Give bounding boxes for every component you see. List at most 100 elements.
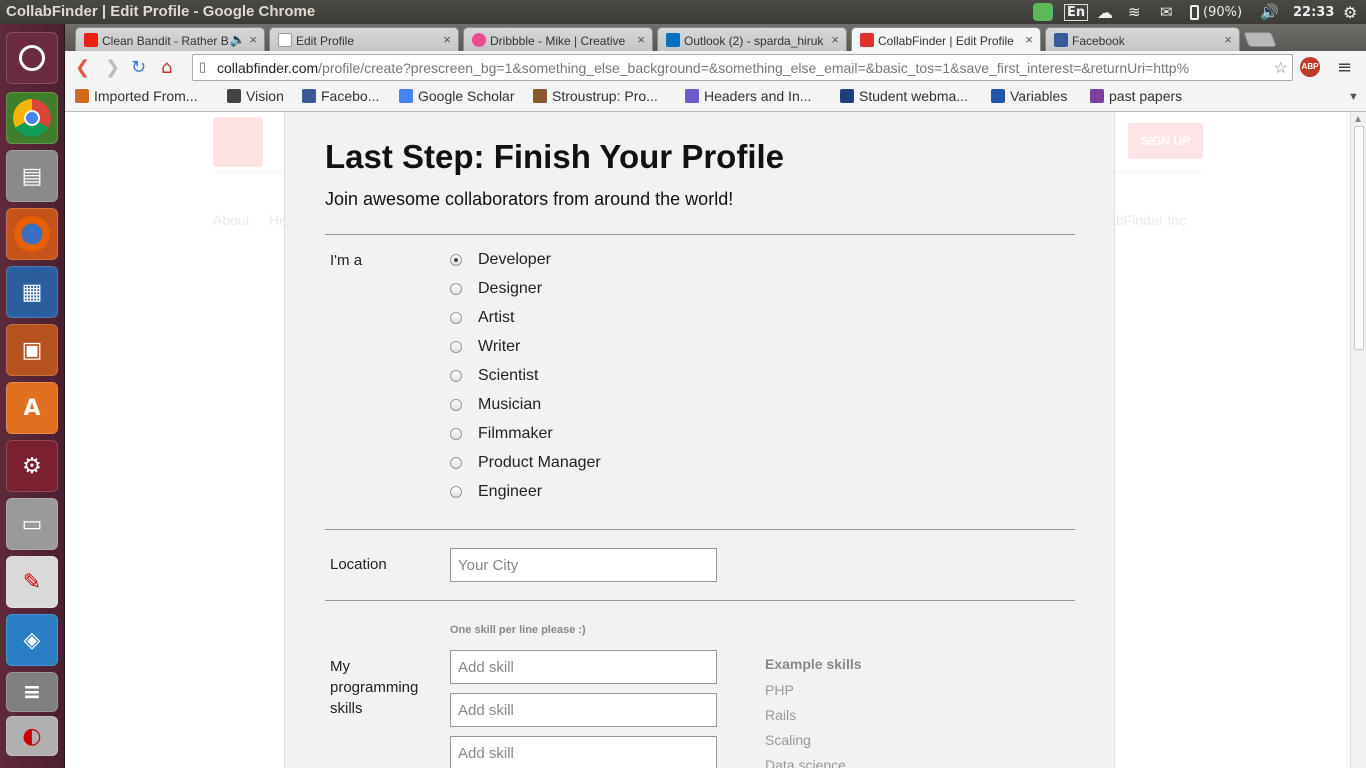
clock[interactable]: 22:33	[1293, 2, 1334, 22]
bookmark-student-webmail[interactable]: Student webma...	[840, 88, 968, 104]
forward-arrow-icon[interactable]: ❯	[105, 57, 120, 78]
scrollbar-thumb[interactable]	[1354, 126, 1364, 350]
folder-icon	[75, 89, 89, 103]
tab-label: Outlook (2) - sparda_hiruk	[684, 34, 824, 48]
menu-icon[interactable]: ≡	[1337, 57, 1352, 78]
skill-input-3[interactable]: Add skill	[450, 736, 717, 768]
disk-icon[interactable]: ▭	[6, 498, 58, 550]
page-title: Last Step: Finish Your Profile	[325, 138, 785, 175]
tab-edit-profile[interactable]: Edit Profile ×	[269, 27, 459, 51]
radio-button[interactable]	[450, 428, 462, 440]
close-icon[interactable]: 🔈 ×	[230, 32, 257, 48]
role-option-developer[interactable]: Developer	[450, 249, 551, 271]
battery-indicator[interactable]: (90%)	[1190, 2, 1242, 22]
bookmark-variables[interactable]: Variables	[991, 88, 1067, 104]
example-skill: PHP	[765, 682, 794, 698]
role-option-musician[interactable]: Musician	[450, 394, 541, 416]
bookmark-headers[interactable]: Headers and In...	[685, 88, 811, 104]
address-bar[interactable]: ▯ collabfinder.com/profile/create?prescr…	[192, 54, 1293, 81]
bookmark-google-scholar[interactable]: Google Scholar	[399, 88, 515, 104]
skill-input-2[interactable]: Add skill	[450, 693, 717, 727]
close-icon[interactable]: ×	[831, 32, 839, 47]
reload-icon[interactable]: ↻	[131, 57, 146, 78]
radio-button[interactable]	[450, 457, 462, 469]
volume-icon[interactable]: 🔊	[1260, 2, 1279, 22]
tab-facebook[interactable]: Facebook ×	[1045, 27, 1240, 51]
radio-button[interactable]	[450, 254, 462, 266]
about-link[interactable]: About	[213, 212, 250, 228]
location-label: Location	[330, 556, 387, 573]
bookmark-stroustrup[interactable]: Stroustrup: Pro...	[533, 88, 658, 104]
role-label-text: Scientist	[478, 367, 539, 384]
skill-input-1[interactable]: Add skill	[450, 650, 717, 684]
scroll-up-icon[interactable]: ▲	[1355, 114, 1361, 123]
close-icon[interactable]: ×	[1025, 32, 1033, 47]
bookmark-past-papers[interactable]: past papers	[1090, 88, 1182, 104]
adblock-icon[interactable]: ABP	[1300, 57, 1320, 77]
stack-icon[interactable]: ≡	[6, 672, 58, 712]
libreoffice-writer-icon[interactable]: ▦	[6, 266, 58, 318]
radio-button[interactable]	[450, 399, 462, 411]
power-gear-icon[interactable]: ⚙	[1343, 2, 1357, 22]
radio-button[interactable]	[450, 312, 462, 324]
page-scrollbar[interactable]: ▲	[1350, 112, 1366, 768]
tab-strip: Clean Bandit - Rather B 🔈 × Edit Profile ×…	[65, 24, 1366, 52]
bookmark-star-icon[interactable]: ☆	[1273, 58, 1288, 78]
location-input[interactable]: Your City	[450, 548, 717, 582]
file-cabinet-icon[interactable]: ▤	[6, 150, 58, 202]
example-skills-title: Example skills	[765, 656, 862, 672]
cs-icon	[991, 89, 1005, 103]
bookmark-vision[interactable]: Vision	[227, 88, 284, 104]
role-label-text: Writer	[478, 338, 521, 355]
chevron-down-icon[interactable]: ▼	[1348, 91, 1359, 103]
virtualbox-icon[interactable]: ◈	[6, 614, 58, 666]
firefox-icon[interactable]	[6, 208, 58, 260]
tab-collabfinder[interactable]: CollabFinder | Edit Profile ×	[851, 27, 1041, 52]
software-center-icon[interactable]: A	[6, 382, 58, 434]
radio-button[interactable]	[450, 486, 462, 498]
close-icon[interactable]: ×	[1224, 32, 1232, 47]
dribbble-icon	[472, 33, 486, 47]
bookmark-facebook[interactable]: Facebo...	[302, 88, 379, 104]
tab-dribbble[interactable]: Dribbble - Mike | Creative ×	[463, 27, 653, 51]
outlook-icon	[666, 33, 680, 47]
radio-button[interactable]	[450, 341, 462, 353]
role-option-scientist[interactable]: Scientist	[450, 365, 538, 387]
portrait-icon	[533, 89, 547, 103]
mail-icon[interactable]: ✉	[1160, 2, 1173, 22]
example-skill: Scaling	[765, 732, 811, 748]
role-option-writer[interactable]: Writer	[450, 336, 520, 358]
facebook-icon	[302, 89, 316, 103]
role-option-artist[interactable]: Artist	[450, 307, 514, 329]
youtube-icon	[84, 33, 98, 47]
wifi-icon[interactable]: ≋	[1128, 2, 1141, 22]
role-option-product-manager[interactable]: Product Manager	[450, 452, 601, 474]
keyboard-layout-indicator[interactable]: En	[1064, 2, 1089, 22]
role-option-filmmaker[interactable]: Filmmaker	[450, 423, 553, 445]
cloud-icon[interactable]: ☁	[1097, 2, 1113, 22]
page-icon	[278, 33, 292, 47]
home-icon[interactable]: ⌂	[161, 57, 172, 78]
ubuntu-dash-icon[interactable]	[6, 32, 58, 84]
page-icon: ▯	[199, 59, 207, 74]
radio-button[interactable]	[450, 283, 462, 295]
new-tab-button[interactable]	[1243, 32, 1277, 47]
signup-button[interactable]: SIGN UP	[1128, 123, 1203, 159]
anaglyph-icon[interactable]: ◐	[6, 716, 58, 756]
bookmark-label: past papers	[1109, 88, 1183, 104]
libreoffice-impress-icon[interactable]: ▣	[6, 324, 58, 376]
system-settings-icon[interactable]: ⚙	[6, 440, 58, 492]
chrome-icon[interactable]	[6, 92, 58, 144]
close-icon[interactable]: ×	[637, 32, 645, 47]
close-icon[interactable]: ×	[443, 32, 451, 47]
tab-clean-bandit[interactable]: Clean Bandit - Rather B 🔈 ×	[75, 27, 265, 51]
back-arrow-icon[interactable]: ❮	[75, 57, 90, 78]
update-icon[interactable]	[1033, 2, 1053, 22]
tab-label: CollabFinder | Edit Profile	[878, 34, 1014, 48]
role-option-engineer[interactable]: Engineer	[450, 481, 542, 503]
tab-outlook[interactable]: Outlook (2) - sparda_hiruk ×	[657, 27, 847, 51]
radio-button[interactable]	[450, 370, 462, 382]
evince-icon[interactable]: ✎	[6, 556, 58, 608]
bookmark-imported[interactable]: Imported From...	[75, 88, 197, 104]
role-option-designer[interactable]: Designer	[450, 278, 542, 300]
